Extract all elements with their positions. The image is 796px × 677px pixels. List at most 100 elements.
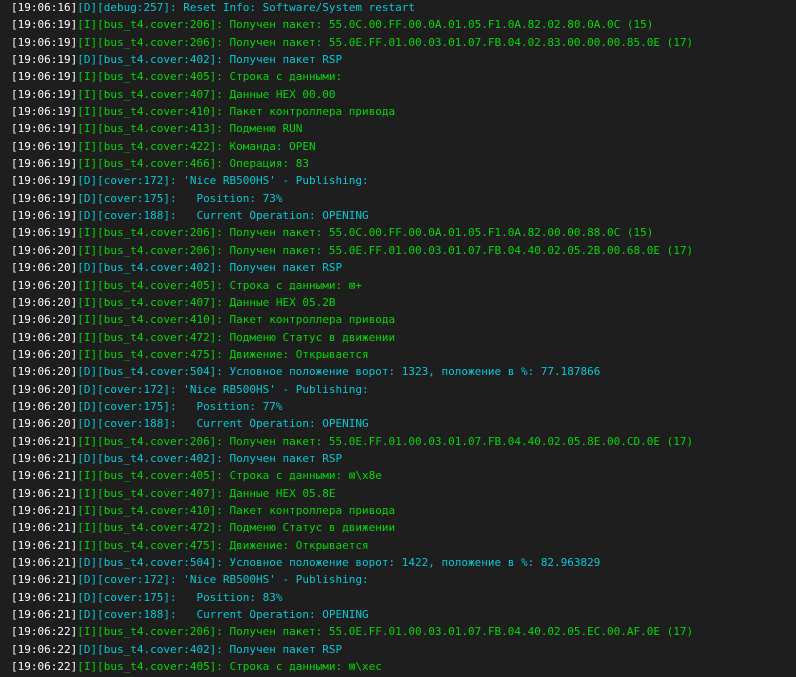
log-timestamp: [19:06:19]: [11, 226, 78, 240]
log-line: [19:06:19][I][bus_t4.cover:422]: Команда…: [11, 138, 796, 155]
log-timestamp: [19:06:21]: [11, 538, 78, 552]
log-message: [I][bus_t4.cover:405]: Строка с данными:…: [77, 660, 382, 674]
log-timestamp: [19:06:21]: [11, 556, 78, 569]
log-line: [19:06:21][I][bus_t4.cover:410]: Пакет к…: [11, 502, 796, 519]
log-message: [I][bus_t4.cover:413]: Подменю RUN: [77, 122, 303, 136]
log-line: [19:06:19][D][bus_t4.cover:402]: Получен…: [11, 51, 796, 68]
log-message: [I][bus_t4.cover:206]: Получен пакет: 55…: [77, 18, 654, 32]
log-line: [19:06:19][I][bus_t4.cover:410]: Пакет к…: [11, 103, 796, 120]
log-line: [19:06:19][D][cover:175]: Position: 73%: [11, 190, 796, 207]
log-message: [D][bus_t4.cover:504]: Условное положени…: [77, 365, 601, 379]
log-timestamp: [19:06:20]: [11, 243, 78, 257]
log-message: [D][cover:175]: Position: 73%: [77, 191, 283, 205]
log-line: [19:06:21][I][bus_t4.cover:206]: Получен…: [11, 433, 796, 450]
log-message: [I][bus_t4.cover:206]: Получен пакет: 55…: [77, 625, 694, 639]
log-line: [19:06:20][D][cover:175]: Position: 77%: [11, 398, 796, 415]
log-timestamp: [19:06:19]: [11, 53, 78, 67]
log-line: [19:06:21][I][bus_t4.cover:472]: Подменю…: [11, 519, 796, 536]
log-line: [19:06:19][I][bus_t4.cover:466]: Операци…: [11, 155, 796, 172]
log-timestamp: [19:06:20]: [11, 365, 78, 379]
log-timestamp: [19:06:19]: [11, 157, 78, 171]
log-line: [19:06:19][I][bus_t4.cover:206]: Получен…: [11, 16, 796, 33]
log-message: [D][cover:175]: Position: 83%: [77, 590, 283, 604]
log-line: [19:06:21][I][bus_t4.cover:407]: Данные …: [11, 485, 796, 502]
log-line: [19:06:21][D][cover:188]: Current Operat…: [11, 606, 796, 623]
log-message: [I][bus_t4.cover:475]: Движение: Открыва…: [77, 347, 369, 361]
log-line: [19:06:20][I][bus_t4.cover:407]: Данные …: [11, 294, 796, 311]
log-line: [19:06:20][D][cover:172]: 'Nice RB500HS'…: [11, 381, 796, 398]
log-line: [19:06:21][D][cover:172]: 'Nice RB500HS'…: [11, 571, 796, 588]
log-timestamp: [19:06:19]: [11, 191, 78, 205]
log-line: [19:06:21][D][cover:175]: Position: 83%: [11, 589, 796, 606]
log-message: [D][bus_t4.cover:402]: Получен пакет RSP: [77, 261, 343, 275]
log-timestamp: [19:06:19]: [11, 209, 78, 223]
log-line: [19:06:20][I][bus_t4.cover:475]: Движени…: [11, 346, 796, 363]
log-timestamp: [19:06:19]: [11, 35, 78, 49]
log-message: [I][bus_t4.cover:472]: Подменю Статус в …: [77, 521, 396, 535]
log-timestamp: [19:06:20]: [11, 313, 78, 327]
log-timestamp: [19:06:21]: [11, 434, 78, 448]
log-timestamp: [19:06:20]: [11, 261, 78, 275]
log-timestamp: [19:06:19]: [11, 105, 78, 119]
log-timestamp: [19:06:19]: [11, 18, 78, 32]
log-message: [D][cover:175]: Position: 77%: [77, 399, 283, 413]
log-line: [19:06:19][I][bus_t4.cover:413]: Подменю…: [11, 120, 796, 137]
log-message: [I][bus_t4.cover:407]: Данные HEX 05.2B: [77, 295, 336, 309]
log-message: [I][bus_t4.cover:407]: Данные HEX 05.8E: [77, 486, 336, 500]
log-message: [I][bus_t4.cover:405]: Строка с данными:: [77, 70, 343, 84]
log-message: [D][cover:188]: Current Operation: OPENI…: [77, 608, 369, 622]
log-message: [I][bus_t4.cover:206]: Получен пакет: 55…: [77, 243, 694, 257]
log-line: [19:06:19][I][bus_t4.cover:407]: Данные …: [11, 86, 796, 103]
log-timestamp: [19:06:21]: [11, 573, 78, 587]
log-message: [D][cover:188]: Current Operation: OPENI…: [77, 209, 369, 223]
log-timestamp: [19:06:20]: [11, 417, 78, 431]
log-message: [I][bus_t4.cover:407]: Данные HEX 00.00: [77, 87, 336, 101]
log-message: [I][bus_t4.cover:206]: Получен пакет: 55…: [77, 226, 654, 240]
log-timestamp: [19:06:20]: [11, 295, 78, 309]
log-timestamp: [19:06:20]: [11, 330, 78, 344]
log-timestamp: [19:06:20]: [11, 278, 78, 292]
log-line: [19:06:20][D][cover:188]: Current Operat…: [11, 415, 796, 432]
log-console[interactable]: [19:06:16][D][debug:257]: Reset Info: So…: [0, 0, 796, 676]
log-message: [I][bus_t4.cover:472]: Подменю Статус в …: [77, 330, 396, 344]
log-line: [19:06:16][D][debug:257]: Reset Info: So…: [11, 0, 796, 16]
log-line: [19:06:21][I][bus_t4.cover:405]: Строка …: [11, 467, 796, 484]
log-timestamp: [19:06:16]: [11, 1, 78, 14]
log-line: [19:06:21][D][bus_t4.cover:504]: Условно…: [11, 554, 796, 571]
log-timestamp: [19:06:21]: [11, 451, 78, 465]
log-message: [I][bus_t4.cover:405]: Строка с данными:…: [77, 278, 363, 292]
log-message: [I][bus_t4.cover:410]: Пакет контроллера…: [77, 503, 396, 517]
log-message: [I][bus_t4.cover:410]: Пакет контроллера…: [77, 313, 396, 327]
log-line: [19:06:20][I][bus_t4.cover:410]: Пакет к…: [11, 311, 796, 328]
log-timestamp: [19:06:19]: [11, 122, 78, 136]
log-timestamp: [19:06:21]: [11, 521, 78, 535]
log-line: [19:06:19][D][cover:172]: 'Nice RB500HS'…: [11, 172, 796, 189]
log-timestamp: [19:06:21]: [11, 503, 78, 517]
log-timestamp: [19:06:21]: [11, 590, 78, 604]
log-timestamp: [19:06:22]: [11, 660, 78, 674]
log-message: [D][bus_t4.cover:402]: Получен пакет RSP: [77, 451, 343, 465]
log-timestamp: [19:06:21]: [11, 469, 78, 483]
log-line: [19:06:20][I][bus_t4.cover:472]: Подменю…: [11, 329, 796, 346]
log-timestamp: [19:06:19]: [11, 87, 78, 101]
log-line: [19:06:19][I][bus_t4.cover:405]: Строка …: [11, 68, 796, 85]
log-message: [I][bus_t4.cover:422]: Команда: OPEN: [77, 139, 316, 153]
log-message: [D][cover:188]: Current Operation: OPENI…: [77, 417, 369, 431]
log-line: [19:06:21][D][bus_t4.cover:402]: Получен…: [11, 450, 796, 467]
log-message: [D][cover:172]: 'Nice RB500HS' - Publish…: [77, 174, 369, 188]
log-timestamp: [19:06:19]: [11, 70, 78, 84]
log-timestamp: [19:06:22]: [11, 642, 78, 656]
log-message: [D][bus_t4.cover:402]: Получен пакет RSP: [77, 642, 343, 656]
log-line: [19:06:19][I][bus_t4.cover:206]: Получен…: [11, 224, 796, 241]
log-timestamp: [19:06:22]: [11, 625, 78, 639]
log-timestamp: [19:06:19]: [11, 174, 78, 188]
log-message: [I][bus_t4.cover:466]: Операция: 83: [77, 157, 310, 171]
log-message: [I][bus_t4.cover:206]: Получен пакет: 55…: [77, 35, 694, 49]
log-message: [D][bus_t4.cover:504]: Условное положени…: [77, 556, 601, 569]
log-timestamp: [19:06:20]: [11, 347, 78, 361]
log-message: [D][debug:257]: Reset Info: Software/Sys…: [77, 1, 415, 14]
log-message: [D][cover:172]: 'Nice RB500HS' - Publish…: [77, 573, 369, 587]
log-timestamp: [19:06:20]: [11, 382, 78, 396]
log-message: [I][bus_t4.cover:410]: Пакет контроллера…: [77, 105, 396, 119]
log-message: [I][bus_t4.cover:405]: Строка с данными:…: [77, 469, 382, 483]
